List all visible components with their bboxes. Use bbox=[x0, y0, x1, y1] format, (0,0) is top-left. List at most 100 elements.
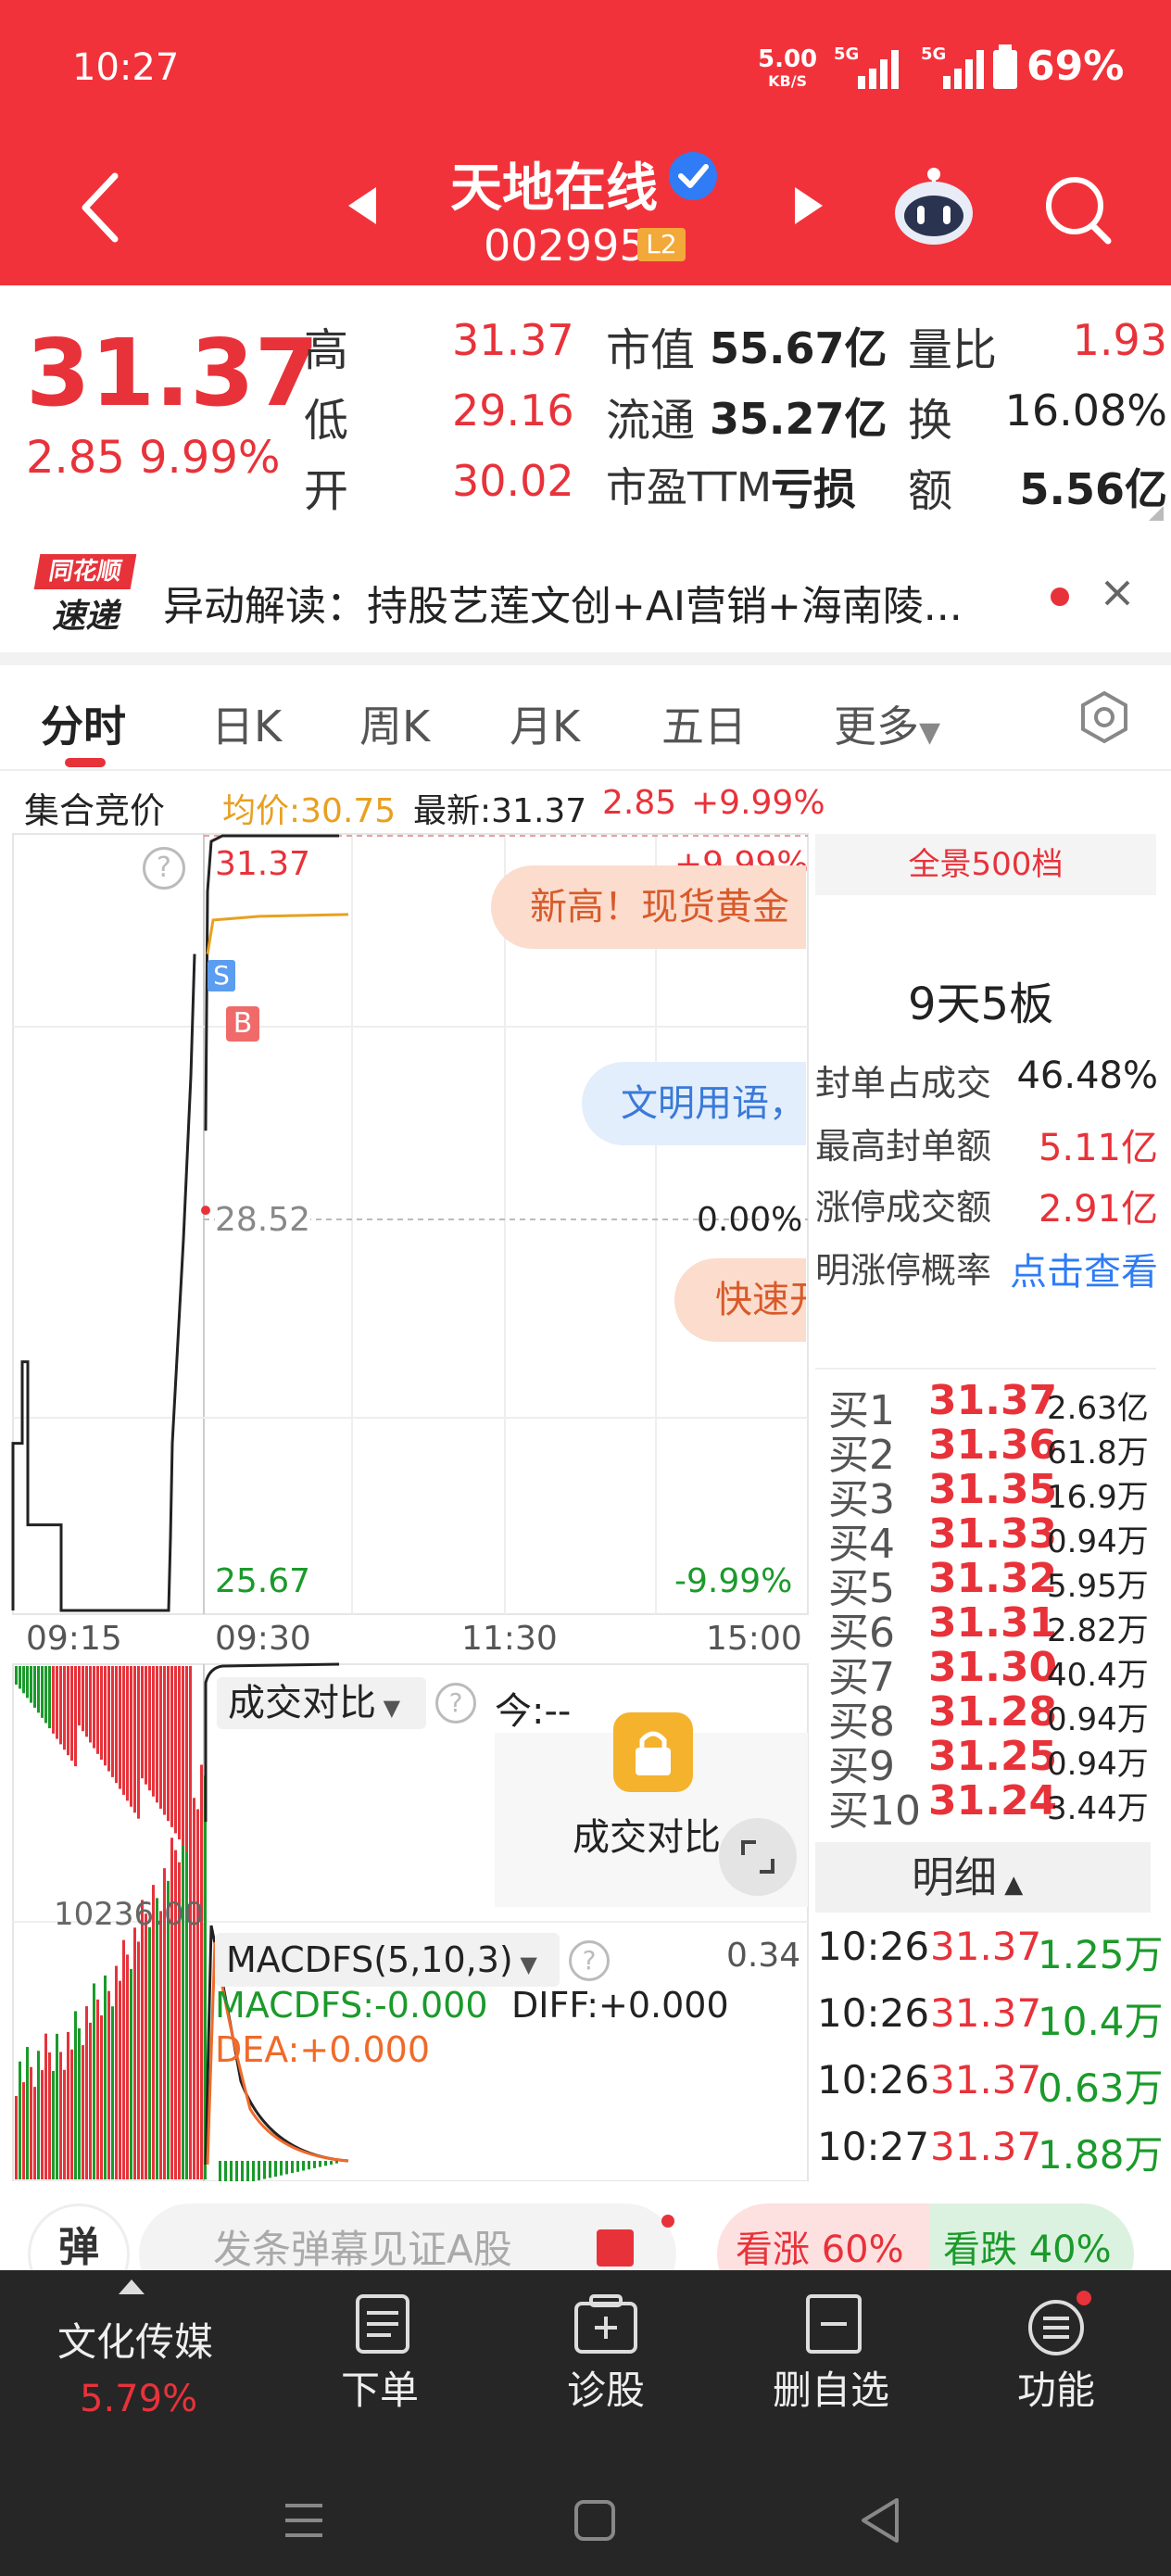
orderbook-row[interactable]: 买4 31.33 0.94万 bbox=[828, 1510, 1171, 1568]
macd-bar bbox=[296, 2161, 299, 2172]
danmu-bubble-1[interactable]: 新高！现货黄金 bbox=[491, 865, 806, 949]
tab-intraday[interactable]: 分时 bbox=[41, 693, 126, 754]
nav-functions[interactable]: 功能 bbox=[1017, 2359, 1095, 2416]
news-badge-bottom: 速递 bbox=[51, 598, 119, 636]
volume-bar bbox=[33, 2087, 36, 2179]
high-label: 高 bbox=[304, 324, 349, 376]
volume-bar bbox=[137, 1941, 140, 2179]
orderbook-price: 31.30 bbox=[928, 1644, 1058, 1691]
back-nav-icon[interactable] bbox=[858, 2496, 902, 2544]
orderbook-price: 31.32 bbox=[928, 1555, 1058, 1602]
open-value: 30.02 bbox=[452, 456, 574, 506]
news-badge-icon: 同花顺 速递 bbox=[33, 554, 137, 638]
orderbook-row[interactable]: 买7 31.30 40.4万 bbox=[828, 1644, 1171, 1701]
compare-lock-panel[interactable]: 成交对比 bbox=[495, 1712, 808, 1907]
auction-bar bbox=[119, 1666, 121, 1789]
auction-bar bbox=[141, 1666, 144, 1779]
nav-remove-watchlist[interactable]: 删自选 bbox=[773, 2359, 889, 2416]
auction-bar bbox=[96, 1666, 99, 1754]
orderbook-row[interactable]: 买2 31.36 61.8万 bbox=[828, 1421, 1171, 1479]
expand-corner-icon[interactable] bbox=[1149, 506, 1164, 521]
compare-dropdown[interactable]: 成交对比 ▼ bbox=[217, 1677, 426, 1729]
orderbook-row[interactable]: 买8 31.28 0.94万 bbox=[828, 1688, 1171, 1746]
auction-bar bbox=[126, 1666, 129, 1801]
turnover-label: 换 bbox=[908, 395, 953, 447]
auction-bar bbox=[185, 1666, 188, 1852]
settings-hex-icon[interactable] bbox=[1077, 689, 1132, 745]
close-icon[interactable] bbox=[1102, 578, 1132, 608]
tab-active-indicator bbox=[65, 758, 106, 767]
auction-bar bbox=[174, 1666, 177, 1834]
auction-bar bbox=[56, 1666, 58, 1739]
nav-order[interactable]: 下单 bbox=[341, 2359, 419, 2416]
danmu-toggle-icon[interactable]: 弹 bbox=[28, 2203, 130, 2270]
volume-bar bbox=[115, 1965, 118, 2179]
auction-bar bbox=[74, 1666, 77, 1767]
volume-bar bbox=[145, 1913, 147, 2179]
tab-five-day[interactable]: 五日 bbox=[661, 693, 747, 754]
macd-dropdown[interactable]: MACDFS(5,10,3) ▼ bbox=[215, 1933, 560, 1987]
sector-name[interactable]: 文化传媒 bbox=[57, 2311, 213, 2368]
sell-marker[interactable]: S bbox=[208, 960, 235, 991]
orderbook-price: 31.24 bbox=[928, 1777, 1058, 1825]
panorama-500-button[interactable]: 全景500档 bbox=[815, 834, 1156, 895]
tab-daily-k[interactable]: 日K bbox=[211, 693, 282, 754]
help-icon[interactable]: ? bbox=[143, 847, 185, 890]
gift-icon[interactable] bbox=[597, 2229, 634, 2267]
danmu-input[interactable]: 发条弹幕见证A股 bbox=[139, 2203, 676, 2270]
order-icon bbox=[356, 2294, 409, 2354]
compare-help-icon[interactable]: ? bbox=[435, 1683, 476, 1724]
volume-bar bbox=[182, 1818, 184, 2179]
buy-marker[interactable]: B bbox=[226, 1006, 259, 1042]
nav-diagnose[interactable]: 诊股 bbox=[567, 2359, 645, 2416]
trade-time: 10:27 bbox=[817, 2124, 930, 2169]
mcap-label: 市值 bbox=[606, 324, 696, 376]
system-nav bbox=[0, 2461, 1171, 2576]
recent-apps-icon[interactable] bbox=[282, 2500, 326, 2541]
chevron-down-icon: ▼ bbox=[512, 1951, 537, 1977]
macd-bar bbox=[241, 2161, 244, 2181]
orderbook-row[interactable]: 买1 31.37 2.63亿 bbox=[828, 1377, 1171, 1434]
volume-bar bbox=[82, 2045, 84, 2179]
volume-bar bbox=[85, 2006, 88, 2179]
volume-bar bbox=[196, 1809, 199, 2179]
orderbook-row[interactable]: 买3 31.35 16.9万 bbox=[828, 1466, 1171, 1523]
detail-header[interactable]: 明细 ▲ bbox=[815, 1842, 1151, 1913]
macd-label: MACDFS(5,10,3) bbox=[226, 1939, 513, 1980]
auction-bar bbox=[133, 1666, 136, 1813]
macd-bar bbox=[330, 2161, 333, 2165]
limit-amount-value: 2.91亿 bbox=[1038, 1188, 1158, 1231]
orderbook-row[interactable]: 买6 31.31 2.82万 bbox=[828, 1599, 1171, 1657]
remove-watchlist-icon bbox=[806, 2294, 862, 2354]
auction-bar bbox=[19, 1666, 21, 1689]
orderbook-row[interactable]: 买9 31.25 0.94万 bbox=[828, 1733, 1171, 1790]
macd-help-icon[interactable]: ? bbox=[569, 1940, 610, 1981]
home-icon[interactable] bbox=[573, 2498, 617, 2543]
limit-prob-link[interactable]: 点击查看 bbox=[1010, 1242, 1158, 1295]
macd-bar bbox=[263, 2161, 266, 2179]
tab-monthly-k[interactable]: 月K bbox=[510, 693, 580, 754]
bullish-vote-button[interactable]: 看涨 60% bbox=[717, 2203, 930, 2270]
robot-assistant-icon[interactable] bbox=[889, 165, 978, 248]
danmu-bubble-2[interactable]: 文明用语， bbox=[582, 1062, 806, 1145]
news-bar[interactable]: 同花顺 速递 异动解读：持股艺莲文创+AI营销+海南陵... bbox=[0, 541, 1171, 645]
back-icon[interactable] bbox=[78, 170, 124, 245]
auction-bar bbox=[44, 1666, 47, 1724]
open-price-dot bbox=[201, 1206, 210, 1216]
volume-bar bbox=[89, 2022, 92, 2179]
orderbook-row[interactable]: 买10 31.24 3.44万 bbox=[828, 1777, 1171, 1835]
prev-stock-icon[interactable] bbox=[343, 183, 380, 228]
search-icon[interactable] bbox=[1041, 172, 1115, 246]
danmu-bubble-3[interactable]: 快速开 bbox=[674, 1258, 806, 1342]
next-stock-icon[interactable] bbox=[791, 183, 828, 228]
tab-more[interactable]: 更多▼ bbox=[834, 693, 940, 754]
volume-bar bbox=[126, 1954, 129, 2179]
orderbook-row[interactable]: 买5 31.32 5.95万 bbox=[828, 1555, 1171, 1612]
trade-time: 10:26 bbox=[817, 1990, 930, 2036]
bearish-vote-button[interactable]: 看跌 40% bbox=[930, 2203, 1134, 2270]
pe-label: 市盈TTM bbox=[606, 464, 772, 511]
tab-weekly-k[interactable]: 周K bbox=[359, 693, 430, 754]
volume-ratio-label: 量比 bbox=[908, 324, 998, 376]
fullscreen-icon[interactable] bbox=[719, 1818, 797, 1896]
macd-bar bbox=[324, 2161, 327, 2166]
